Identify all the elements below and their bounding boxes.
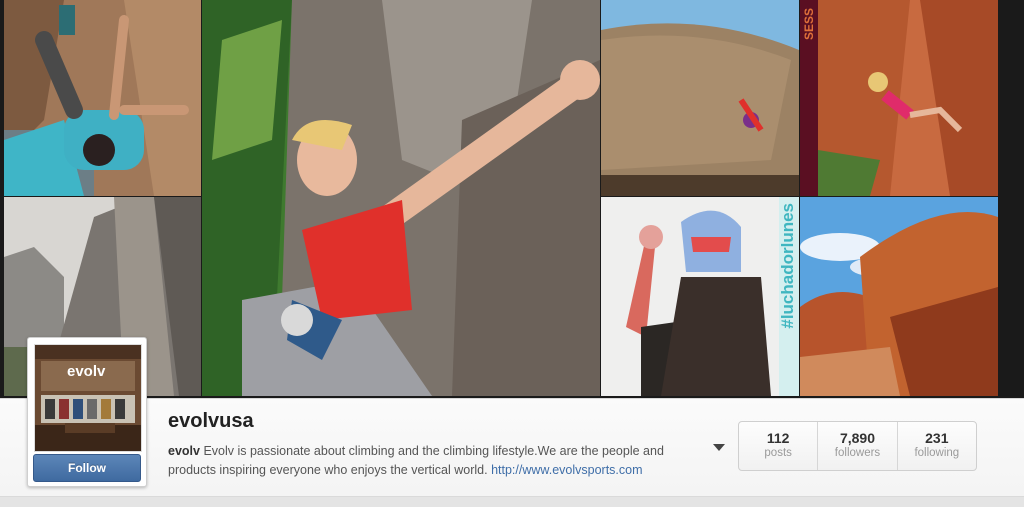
profile-stats: 112 posts 7,890 followers 231 following	[738, 421, 977, 471]
stat-following[interactable]: 231 following	[898, 422, 976, 470]
avatar-sign-text: evolv	[67, 363, 106, 380]
photo-climber-wall[interactable]	[4, 0, 201, 196]
stat-posts[interactable]: 112 posts	[739, 422, 819, 470]
photo-sandstone[interactable]	[800, 197, 998, 396]
edge-banner-text: SESS	[802, 8, 816, 41]
avatar-card: evolv Follow	[27, 337, 147, 487]
avatar[interactable]: evolv	[34, 344, 142, 452]
chevron-down-icon[interactable]	[713, 444, 725, 451]
stat-posts-count: 112	[766, 430, 790, 446]
stat-following-count: 231	[925, 430, 949, 446]
photo-climber-red-top[interactable]	[202, 0, 600, 396]
stat-followers[interactable]: 7,890 followers	[818, 422, 898, 470]
photo-boulder[interactable]	[601, 0, 799, 196]
profile-bio: evolv Evolv is passionate about climbing…	[168, 442, 708, 480]
stat-following-label: following	[914, 447, 960, 459]
photo-mosaic: SESS #luchadorlunes	[0, 0, 1024, 398]
photo-luchador[interactable]: #luchadorlunes	[601, 197, 799, 396]
follow-button[interactable]: Follow	[33, 454, 141, 482]
bottom-divider	[0, 496, 1024, 507]
stat-posts-label: posts	[764, 447, 792, 459]
photo-red-rock-climber[interactable]: SESS	[800, 0, 998, 196]
stat-followers-label: followers	[834, 447, 881, 459]
bio-name: evolv	[168, 444, 200, 458]
stat-followers-count: 7,890	[839, 430, 876, 446]
profile-username: evolvusa	[168, 410, 254, 432]
luchador-tag: #luchadorlunes	[778, 203, 797, 329]
website-link[interactable]: http://www.evolvsports.com	[491, 463, 642, 477]
